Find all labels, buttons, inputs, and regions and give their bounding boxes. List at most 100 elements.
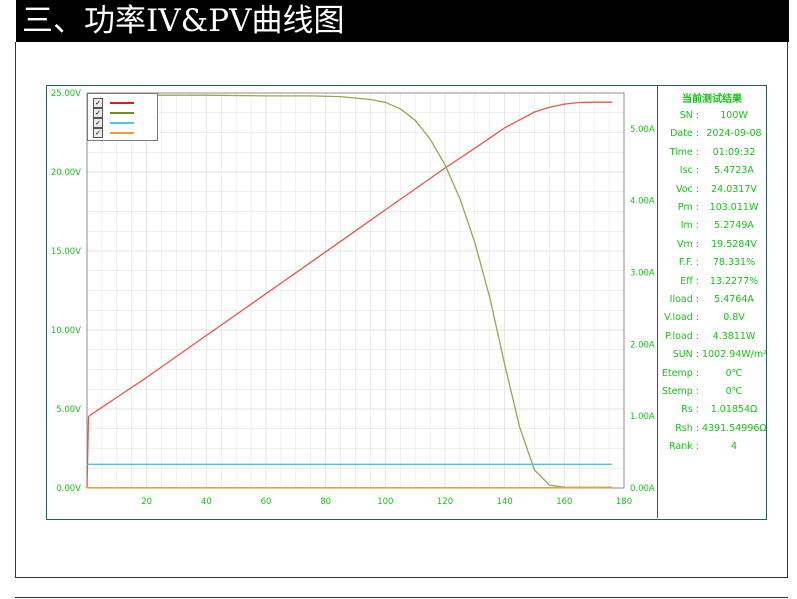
series-line-1 (86, 101, 613, 489)
result-label: Etemp : (661, 367, 699, 379)
result-value: 78.331% (712, 257, 756, 269)
results-header: 当前测试结果 (682, 94, 742, 105)
legend-checkbox-1[interactable]: ✓ (93, 98, 103, 108)
result-row: Isc : 5.4723A (658, 163, 766, 179)
x-tick-label: 60 (261, 497, 272, 507)
result-label: Eff : (680, 275, 699, 287)
result-value: 1.01854Ω (710, 404, 758, 416)
result-value: 13.2277% (709, 275, 759, 287)
series-line-2 (87, 94, 613, 488)
result-label: Rsh : (675, 422, 699, 434)
result-value: 24.0317V (711, 183, 757, 195)
result-row: SUN :1002.94W/m² (658, 347, 767, 363)
result-row: Im : 5.2749A (658, 218, 766, 234)
result-label: P.load : (665, 330, 699, 342)
y2-tick-label: 0.00A (630, 484, 655, 494)
x-tick-label: 160 (556, 497, 572, 507)
result-label: Stemp : (661, 386, 699, 397)
page-title: 三、功率IV&PV曲线图 (22, 3, 345, 39)
y2-tick-label: 1.00A (630, 412, 655, 422)
legend-item-1[interactable]: ✓ (93, 98, 153, 108)
result-value: 5.4764A (714, 294, 754, 305)
result-label: Im : (680, 220, 699, 232)
result-value: 19.5284V (711, 238, 757, 250)
legend-item-2[interactable]: ✓ (93, 108, 153, 118)
chart-panel: 20 40 60 80 100 120 140 160 180 0.00V 5.00V 10.00V 1… (46, 85, 767, 520)
result-value: 0℃ (725, 386, 743, 397)
y2-tick-label: 4.00A (630, 197, 655, 207)
result-label: Time : (669, 146, 699, 158)
legend-line-1 (110, 102, 134, 104)
result-value: 0.8V (723, 312, 745, 324)
result-row: Etemp : 0℃ (658, 366, 766, 382)
result-row: Eff : 13.2277% (658, 274, 766, 290)
result-value: 5.4723A (714, 165, 754, 177)
result-row: P.load : 4.3811W (658, 329, 766, 345)
x-tick-label: 100 (377, 497, 393, 507)
result-label: Rs : (681, 404, 699, 416)
result-label: Isc : (679, 165, 699, 177)
chart-legend: ✓ ✓ ✓ ✓ (87, 93, 158, 141)
result-row: Iload : 5.4764A (658, 292, 766, 308)
y2-tick-label: 2.00A (630, 340, 655, 350)
legend-item-4[interactable]: ✓ (93, 128, 153, 138)
y-tick-label: 5.00V (56, 405, 81, 415)
result-value: 4 (730, 441, 738, 453)
y2-tick-label: 3.00A (630, 269, 655, 279)
legend-line-3 (110, 122, 134, 124)
result-value: 103.011W (709, 202, 759, 213)
y-tick-label: 10.00V (51, 326, 81, 336)
x-tick-label: 180 (616, 497, 632, 507)
y2-tick-label: 5.00A (630, 125, 655, 135)
x-tick-label: 80 (320, 497, 331, 507)
x-tick-label: 120 (437, 497, 453, 507)
legend-checkbox-3[interactable]: ✓ (93, 118, 103, 128)
legend-checkbox-2[interactable]: ✓ (93, 108, 103, 118)
result-value: 0℃ (725, 367, 743, 379)
result-row: Rs : 1.01854Ω (658, 402, 766, 418)
result-value: 4391.54996Ω (702, 422, 767, 434)
result-value: 100W (720, 110, 748, 121)
result-label: Date : (670, 128, 699, 140)
result-row: V.load : 0.8V (658, 310, 766, 326)
x-tick-label: 20 (141, 497, 152, 507)
result-value: 01:09:32 (712, 146, 756, 158)
result-label: F.F. : (678, 257, 699, 269)
result-label: Rank : (669, 441, 699, 453)
legend-line-2 (110, 112, 134, 114)
result-row: Voc : 24.0317V (658, 182, 766, 198)
iv-pv-chart: 20 40 60 80 100 120 140 160 180 0.00V 5.00V 10.00V 1… (51, 89, 655, 507)
result-row: Vm : 19.5284V (658, 237, 766, 253)
title-bar: 三、功率IV&PV曲线图 (16, 0, 789, 42)
legend-item-3[interactable]: ✓ (93, 118, 153, 128)
result-row: F.F. : 78.331% (658, 255, 766, 271)
result-row: Time : 01:09:32 (658, 145, 766, 161)
result-label: V.load : (664, 312, 699, 324)
result-row: Rsh :4391.54996Ω (658, 421, 766, 437)
result-row: Rank : 4 (658, 439, 766, 455)
y-tick-label: 25.00V (51, 89, 81, 99)
result-value: 5.2749A (714, 220, 754, 232)
y-tick-label: 15.00V (51, 247, 81, 257)
legend-checkbox-4[interactable]: ✓ (93, 128, 103, 138)
result-row: SN : 100W (658, 108, 766, 124)
y-tick-label: 20.00V (51, 168, 81, 178)
result-row: Date : 2024-09-08 (658, 126, 766, 142)
result-label: SUN : (672, 349, 699, 361)
result-label: Iload : (669, 294, 699, 305)
bottom-rule (15, 597, 788, 598)
result-label: SN : (679, 110, 699, 121)
results-panel: 当前测试结果 SN : 100W Date : 2024-09-08 Time : 01:… (657, 86, 767, 518)
result-row: Pm : 103.011W (658, 200, 766, 216)
x-tick-label: 140 (497, 497, 513, 507)
result-label: Pm : (677, 202, 699, 213)
result-value: 2024-09-08 (706, 128, 762, 140)
result-label: Vm : (677, 238, 699, 250)
result-value: 4.3811W (712, 330, 756, 342)
x-tick-label: 40 (201, 497, 212, 507)
result-value: 1002.94W/m² (702, 349, 767, 361)
legend-line-4 (110, 132, 134, 134)
y-tick-label: 0.00V (56, 484, 81, 494)
result-row: Stemp : 0℃ (658, 384, 766, 400)
result-label: Voc : (675, 183, 699, 195)
